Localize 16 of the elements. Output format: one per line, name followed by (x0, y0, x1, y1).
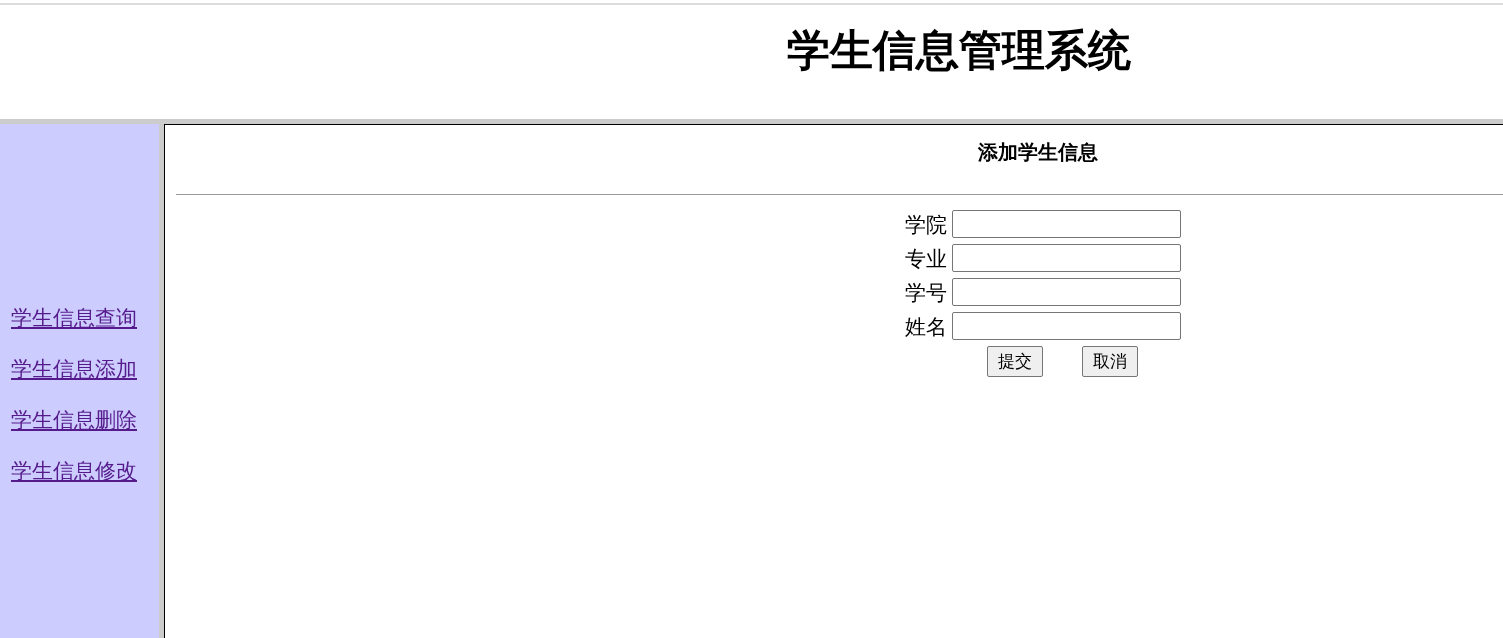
form-title: 添加学生信息 (978, 140, 1098, 164)
form-button[interactable]: 提交 (987, 346, 1043, 377)
input-field[interactable] (952, 278, 1181, 306)
input-field[interactable] (952, 312, 1181, 340)
form-button[interactable]: 取消 (1082, 346, 1138, 377)
nav-link[interactable]: 学生信息修改 (11, 458, 137, 483)
field-label: 学院 (905, 211, 947, 237)
page-title: 学生信息管理系统 (787, 25, 1131, 76)
input-field[interactable] (952, 210, 1181, 238)
input-field[interactable] (952, 244, 1181, 272)
nav-link[interactable]: 学生信息查询 (11, 305, 137, 330)
field-label: 学号 (905, 279, 947, 305)
field-label: 专业 (905, 245, 947, 271)
nav-link[interactable]: 学生信息删除 (11, 407, 137, 432)
field-label: 姓名 (905, 313, 947, 339)
nav-link[interactable]: 学生信息添加 (11, 356, 137, 381)
